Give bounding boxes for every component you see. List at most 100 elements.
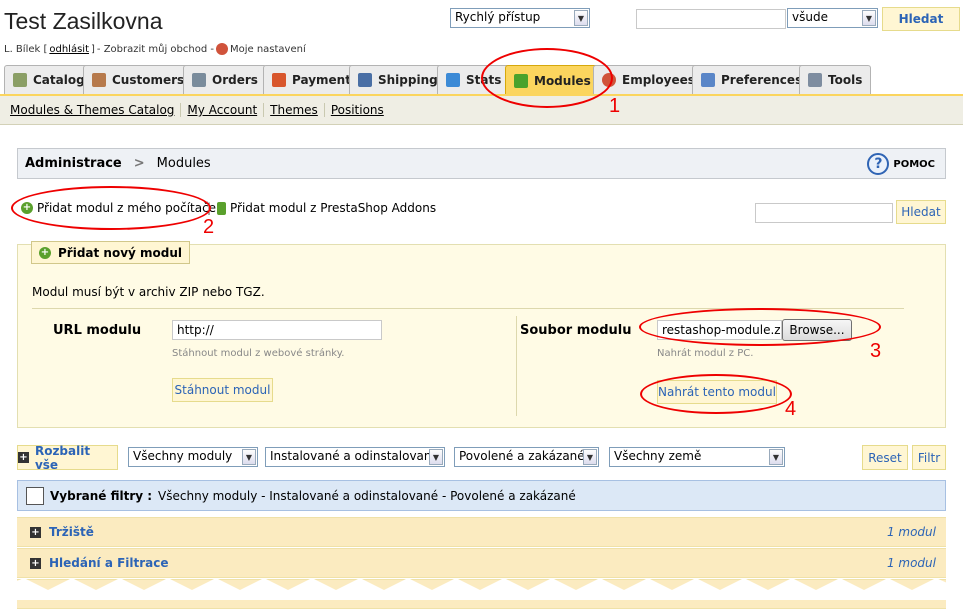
add-circle-icon: + (39, 246, 51, 259)
expand-all-button[interactable]: + Rozbalit vše (17, 443, 118, 472)
chevron-down-icon: ▼ (769, 449, 783, 465)
customers-icon (92, 73, 106, 87)
tab-label: Customers (112, 73, 185, 87)
chevron-down-icon: ▼ (862, 10, 876, 26)
country-select[interactable]: Všechny země ▼ (609, 447, 785, 467)
selected-filters-value: Všechny moduly - Instalované a odinstalo… (158, 488, 576, 503)
plus-icon: + (30, 557, 41, 569)
orders-icon (192, 73, 206, 87)
filter-list-icon (26, 486, 44, 505)
quick-access-select[interactable]: Rychlý přístup ▼ (450, 8, 590, 28)
tab-label: Shipping (378, 73, 438, 87)
breadcrumb-current: Modules (156, 156, 211, 171)
stats-icon (446, 73, 460, 87)
subnav-themes[interactable]: Themes (270, 103, 325, 117)
logout-link[interactable]: odhlásit (49, 44, 89, 55)
file-hint: Nahrát modul z PC. (657, 348, 754, 359)
category-row[interactable]: + Hledání a Filtrace 1 modul (17, 548, 946, 578)
user-bar: L. Bílek [ odhlásit ] - Zobrazit můj obc… (4, 43, 306, 55)
tab-payment[interactable]: Payment (263, 65, 360, 94)
chevron-down-icon: ▼ (574, 10, 588, 26)
subnav-modules-themes-catalog[interactable]: Modules & Themes Catalog (10, 103, 182, 117)
category-count: 1 modul (886, 525, 936, 539)
category-count: 1 modul (886, 556, 936, 570)
reset-button[interactable]: Reset (862, 445, 908, 470)
add-from-addons-link[interactable]: Přidat modul z PrestaShop Addons (217, 201, 436, 215)
file-label: Soubor modulu (520, 323, 632, 338)
help-button[interactable]: ? POMOC (867, 153, 935, 175)
search-scope-value: všude (792, 10, 828, 24)
chevron-down-icon: ▼ (242, 449, 256, 465)
payment-icon (272, 73, 286, 87)
quick-access-value: Rychlý přístup (455, 10, 541, 24)
sub-navigation: Modules & Themes Catalog My Account Them… (0, 96, 963, 125)
tab-shipping[interactable]: Shipping (349, 65, 447, 94)
subnav-my-account[interactable]: My Account (187, 103, 265, 117)
tab-label: Preferences (721, 73, 803, 87)
torn-edge (0, 578, 963, 600)
category-name: Hledání a Filtrace (49, 556, 169, 570)
plus-icon: + (18, 452, 29, 463)
enabled-status-select[interactable]: Povolené a zakázané ▼ (454, 447, 599, 467)
search-scope-select[interactable]: všude ▼ (787, 8, 878, 28)
category-row[interactable]: + Tržiště 1 modul (17, 517, 946, 547)
annotation-ring-2 (11, 186, 211, 230)
user-icon (215, 43, 228, 55)
install-status-select[interactable]: Instalované a odinstalované ▼ (265, 447, 445, 467)
enabled-status-value: Povolené a zakázané (459, 449, 585, 463)
bracket-close: ] (91, 43, 95, 55)
catalog-icon (13, 73, 27, 87)
help-label: POMOC (893, 158, 935, 170)
preferences-icon (701, 73, 715, 87)
category-name: Tržiště (49, 525, 94, 539)
module-type-value: Všechny moduly (133, 449, 233, 463)
install-status-value: Instalované a odinstalované (270, 449, 439, 463)
tab-label: Tools (828, 73, 863, 87)
shipping-icon (358, 73, 372, 87)
annotation-number-1: 1 (609, 95, 621, 117)
add-from-addons-label: Přidat modul z PrestaShop Addons (230, 201, 437, 215)
selected-filters-bar: Vybrané filtry : Všechny moduly - Instal… (17, 480, 946, 511)
url-label: URL modulu (53, 323, 142, 338)
download-module-button[interactable]: Stáhnout modul (172, 378, 273, 402)
filter-button[interactable]: Filtr (912, 445, 946, 470)
addons-icon (217, 201, 226, 215)
tab-label: Catalog (33, 73, 85, 87)
annotation-ring-1 (481, 48, 613, 108)
annotation-number-3: 3 (870, 340, 882, 362)
country-value: Všechny země (614, 449, 702, 463)
plus-icon: + (30, 526, 41, 538)
tab-preferences[interactable]: Preferences (692, 65, 812, 94)
tab-customers[interactable]: Customers (83, 65, 194, 94)
tab-orders[interactable]: Orders (183, 65, 267, 94)
expand-all-label: Rozbalit vše (34, 443, 91, 472)
tab-tools[interactable]: Tools (799, 65, 872, 94)
panel-header: + Přidat nový modul (31, 241, 191, 264)
my-settings-link[interactable]: Moje nastavení (230, 44, 306, 55)
tab-label: Payment (292, 73, 351, 87)
breadcrumb: Administrace > Modules ? POMOC (17, 148, 946, 179)
top-search-button[interactable]: Hledat (882, 7, 960, 31)
chevron-down-icon: ▼ (583, 449, 597, 465)
module-type-select[interactable]: Všechny moduly ▼ (128, 447, 258, 467)
module-search-input[interactable] (755, 203, 893, 223)
module-search-button[interactable]: Hledat (896, 200, 946, 224)
tab-label: Orders (212, 73, 258, 87)
url-hint: Stáhnout modul z webové stránky. (172, 348, 345, 359)
url-input[interactable]: http:// (172, 320, 382, 340)
annotation-number-2: 2 (203, 216, 215, 238)
help-icon: ? (867, 153, 890, 175)
panel-column-divider (516, 316, 517, 416)
annotation-ring-3 (639, 308, 881, 346)
tab-label: Employees (622, 73, 695, 87)
tab-catalog[interactable]: Catalog (4, 65, 94, 94)
user-name: L. Bílek [ (4, 43, 48, 55)
subnav-positions[interactable]: Positions (331, 103, 390, 117)
top-search-input[interactable] (636, 9, 786, 29)
annotation-ring-4 (640, 374, 792, 414)
panel-note: Modul musí být v archiv ZIP nebo TGZ. (32, 285, 265, 299)
annotation-number-4: 4 (785, 398, 797, 420)
panel-title: Přidat nový modul (58, 245, 183, 260)
show-shop-link[interactable]: - Zobrazit můj obchod - (97, 44, 214, 55)
breadcrumb-root[interactable]: Administrace (25, 156, 122, 171)
